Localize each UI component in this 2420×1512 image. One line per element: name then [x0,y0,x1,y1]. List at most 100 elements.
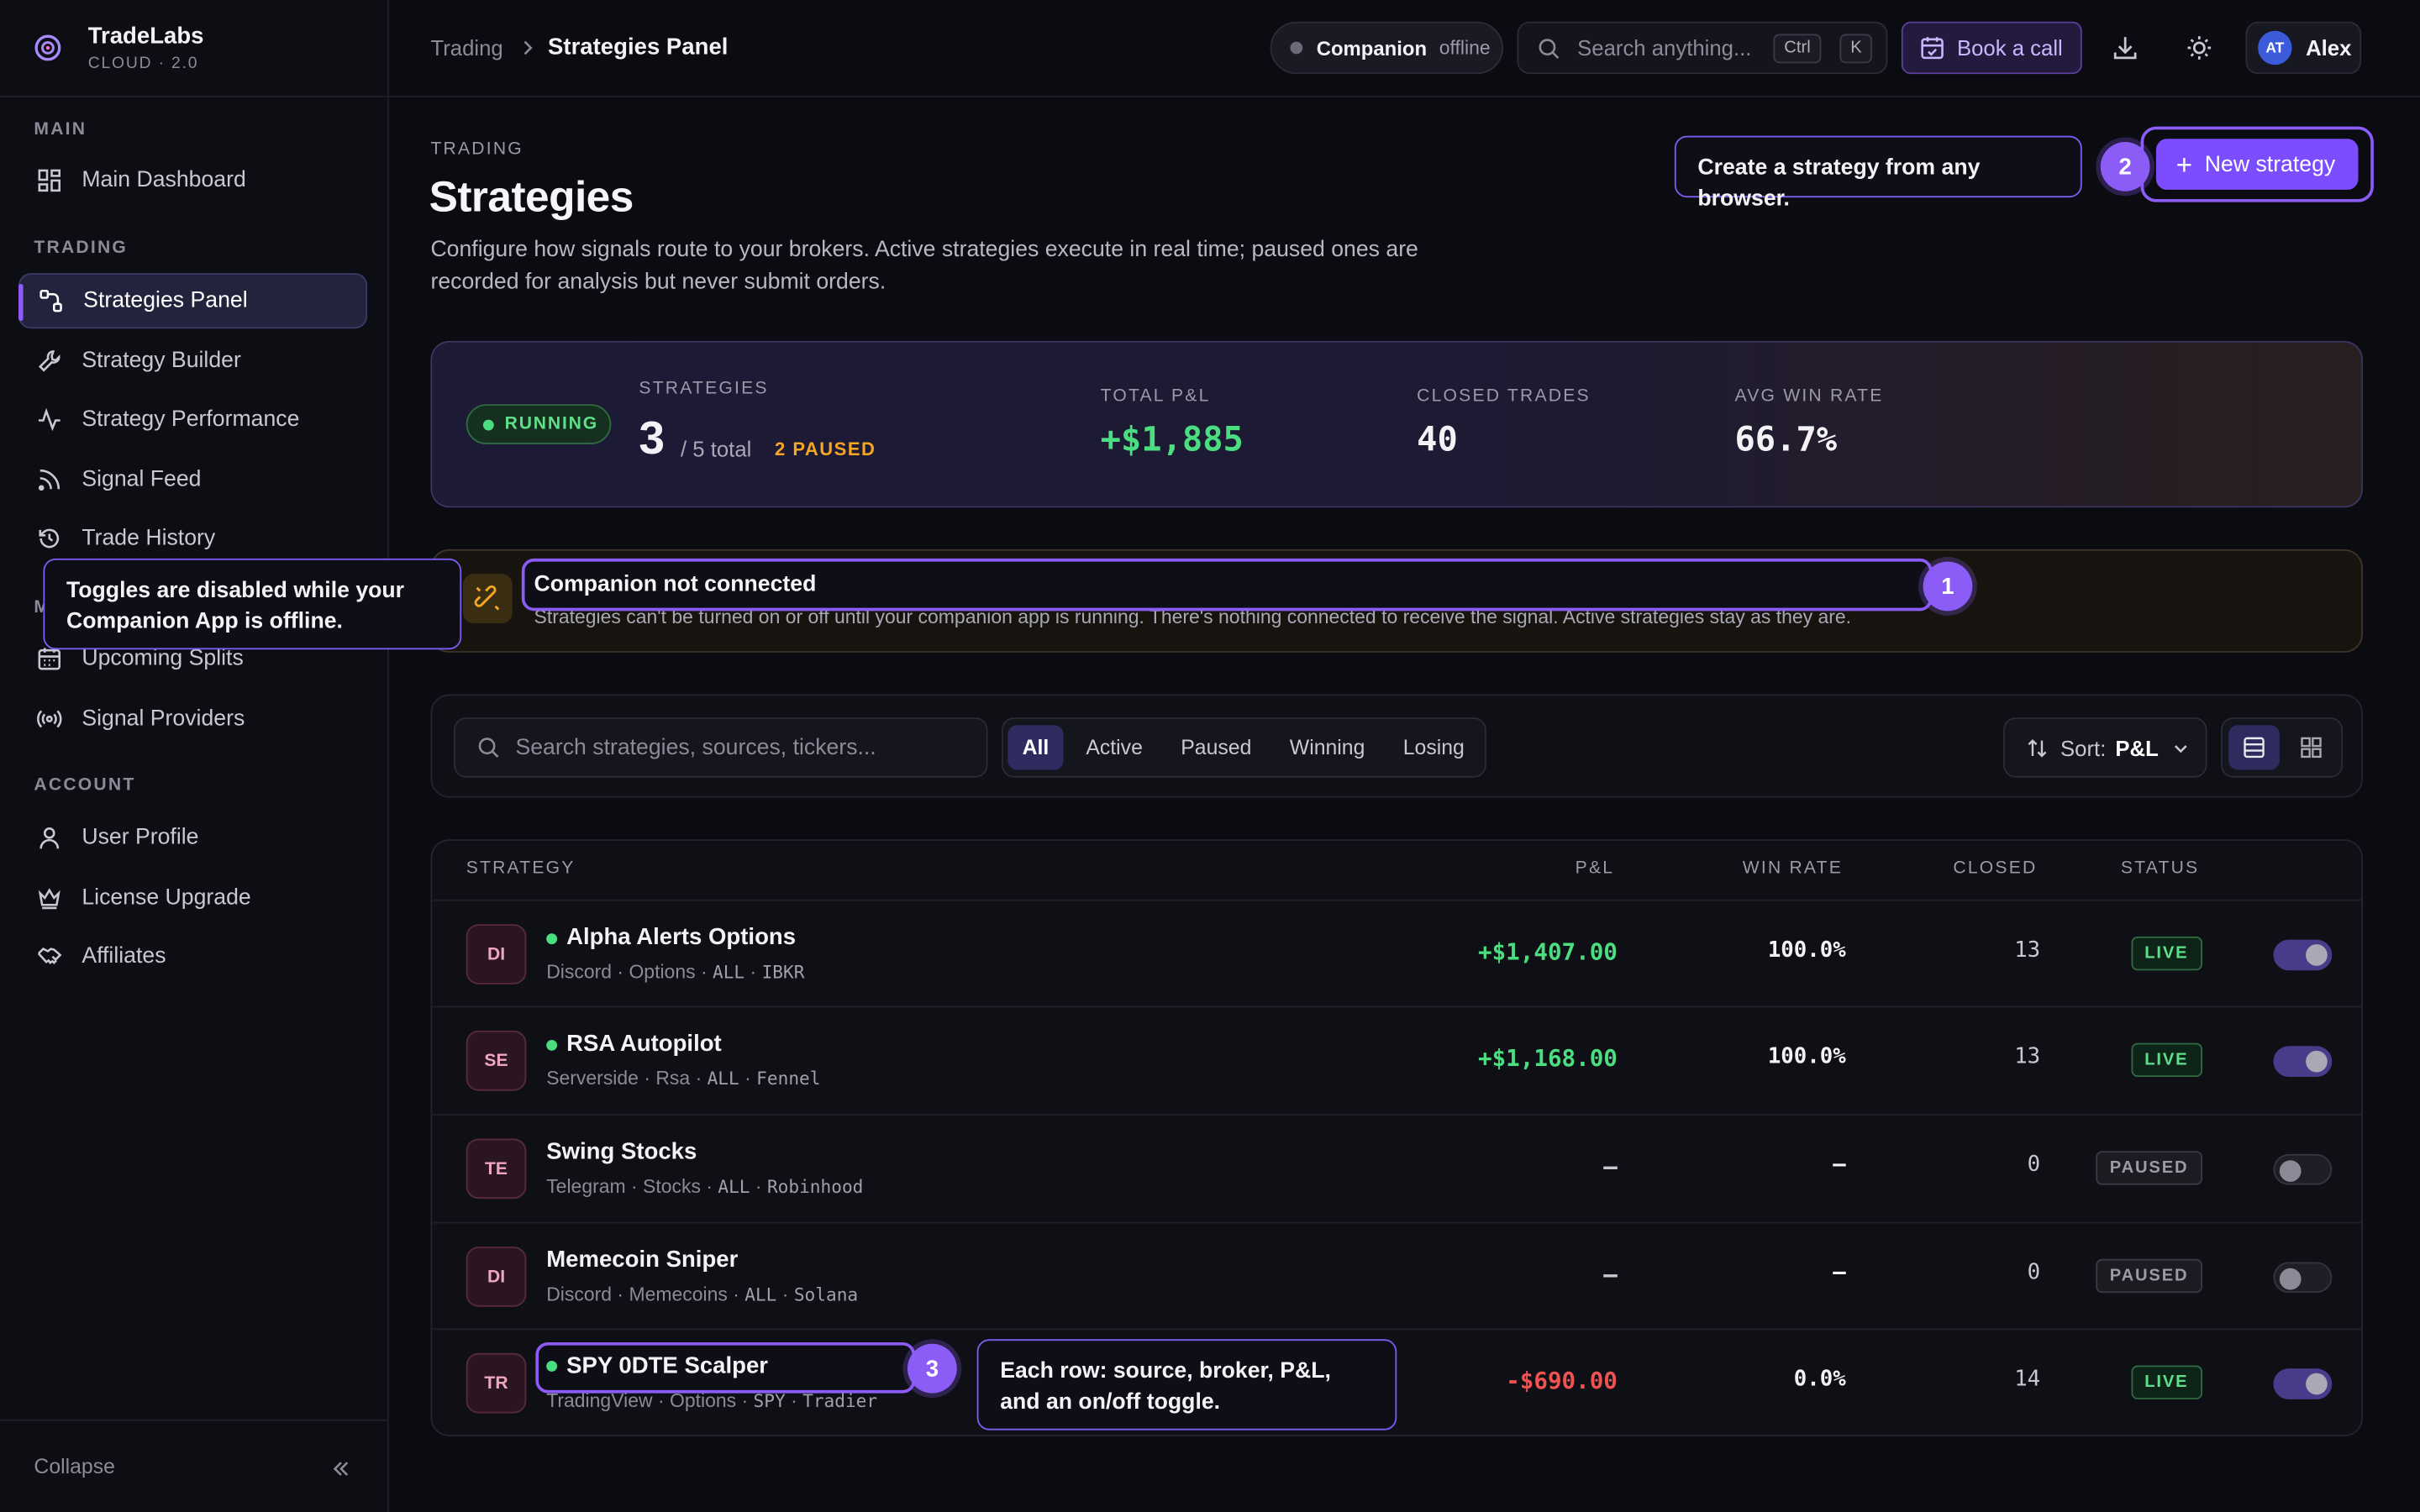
wrench-icon [38,350,60,372]
sidebar-item-affiliates[interactable]: Affiliates [18,929,367,984]
collapse-button[interactable]: Collapse [0,1419,389,1512]
meta-source: Serverside [546,1068,639,1089]
sidebar-item-strategy-builder[interactable]: Strategy Builder [18,333,367,389]
sidebar-item-label: Trade History [82,526,216,551]
row-pnl: +$1,168.00 [1478,1044,1618,1073]
grid-view-button[interactable] [2286,725,2337,769]
chip-active[interactable]: Active [1074,725,1155,769]
page-description: Configure how signals route to your brok… [430,237,1418,295]
row-win-rate: 100.0% [1767,937,1846,963]
active-dot [546,933,558,945]
companion-state: offline [1439,37,1491,59]
section-account: ACCOUNT [34,775,136,795]
strategy-name[interactable]: Swing Stocks [546,1139,697,1165]
status-dot [482,418,494,430]
strategy-name[interactable]: Memecoin Sniper [546,1247,738,1273]
sidebar-item-label: User Profile [82,825,199,851]
status-badge: LIVE [2130,936,2203,971]
chip-all[interactable]: All [1007,725,1064,770]
meta-broker: IBKR [761,961,805,983]
sidebar-item-strategies-panel[interactable]: Strategies Panel [18,273,368,329]
chip-paused[interactable]: Paused [1170,725,1262,769]
status-badge: LIVE [2130,1365,2203,1399]
book-call-label: Book a call [1956,35,2063,60]
sidebar-item-label: Strategy Performance [82,407,300,433]
new-strategy-button[interactable]: + New strategy [2155,139,2359,190]
table-row[interactable]: TE Swing Stocks Telegram · Stocks · ALL … [432,1114,2362,1221]
grid-view-icon [2301,737,2322,759]
header-win-rate[interactable]: WIN RATE [1743,859,1843,878]
logo-icon [34,34,61,61]
table-row[interactable]: TR TradingView · Options · SPY · Tradier… [432,1328,2362,1435]
global-search-input[interactable] [1577,35,1763,60]
chip-winning[interactable]: Winning [1278,725,1377,769]
strategy-name[interactable]: Alpha Alerts Options [566,924,796,950]
section-main: MAIN [34,120,87,139]
book-call-button[interactable]: Book a call [1901,21,2082,75]
alert-title-highlight: Companion not connected [521,558,1933,612]
strategy-meta: Telegram · Stocks · ALL · Robinhood [546,1175,864,1198]
sidebar-item-user-profile[interactable]: User Profile [18,810,367,865]
sidebar-item-label: Strategy Builder [82,349,241,374]
strategy-search-input[interactable] [515,735,979,760]
sun-icon[interactable] [2186,34,2213,61]
sidebar-item-signal-providers[interactable]: Signal Providers [18,691,367,747]
strategy-toggle[interactable] [2273,1368,2333,1399]
page-title: Strategies [429,172,634,221]
companion-label: Companion [1316,36,1428,60]
meta-type: Stocks [643,1175,701,1198]
strategy-toggle[interactable] [2273,1046,2333,1078]
toggle-knob [2279,1268,2302,1290]
strategy-name[interactable]: RSA Autopilot [566,1031,722,1057]
source-avatar: TR [466,1352,527,1414]
header-closed[interactable]: CLOSED [1953,859,2037,878]
sort-label: Sort: [2060,735,2107,760]
sort-dropdown[interactable]: Sort: P&L [2003,717,2207,778]
table-row[interactable]: SE RSA Autopilot Serverside · Rsa · ALL … [432,1005,2362,1113]
section-trading: TRADING [34,239,129,258]
user-name: Alex [2306,35,2352,60]
table-row[interactable]: DI Alpha Alerts Options Discord · Option… [432,899,2362,1006]
sidebar-item-label: Upcoming Splits [82,646,244,671]
header-pnl[interactable]: P&L [1576,859,1615,878]
sidebar-item-license-upgrade[interactable]: License Upgrade [18,870,367,926]
sidebar-item-signal-feed[interactable]: Signal Feed [18,452,367,507]
chevrons-left-icon [333,1462,349,1476]
user-menu[interactable]: AT Alex [2245,21,2362,75]
table-row[interactable]: DI Memecoin Sniper Discord · Memecoins ·… [432,1221,2362,1329]
breadcrumb-trading[interactable]: Trading [430,35,502,60]
meta-scope: ALL [712,961,745,983]
row-closed: 0 [2027,1260,2041,1285]
strategy-meta: Serverside · Rsa · ALL · Fennel [546,1068,821,1089]
strategy-toggle[interactable] [2273,1262,2333,1294]
companion-status[interactable]: Companion offline [1270,21,1503,75]
strategies-active: 3 [639,413,666,465]
download-icon[interactable] [2112,34,2139,61]
strategy-name[interactable]: SPY 0DTE Scalper [566,1353,768,1379]
list-view-button[interactable] [2228,725,2280,770]
strategy-meta: Discord · Memecoins · ALL · Solana [546,1284,859,1305]
strategies-label: STRATEGIES [639,379,769,398]
global-search[interactable]: Ctrl K [1517,21,1888,75]
active-dot [546,1360,558,1372]
avatar: AT [2258,30,2292,66]
win-rate-label: AVG WIN RATE [1734,387,1884,407]
row-highlight: SPY 0DTE Scalper [535,1341,916,1394]
toggle-knob [2306,1373,2328,1395]
brand[interactable]: TradeLabs CLOUD · 2.0 [0,0,389,97]
handshake-icon [37,948,62,964]
sidebar-item-strategy-performance[interactable]: Strategy Performance [18,392,367,448]
strategy-toggle[interactable] [2273,939,2333,971]
meta-source: TradingView [546,1389,653,1412]
status-dot [1290,41,1303,55]
source-avatar: DI [466,924,527,984]
filter-chips: All Active Paused Winning Losing [1002,717,1486,778]
active-dot [546,1039,558,1051]
user-icon [39,827,60,849]
chip-losing[interactable]: Losing [1389,725,1479,769]
sidebar-item-main-dashboard[interactable]: Main Dashboard [18,153,367,208]
tour-step-1-badge: 1 [1923,561,1973,612]
source-avatar: TE [466,1138,527,1200]
strategy-toggle[interactable] [2273,1153,2333,1185]
strategy-search[interactable] [453,717,988,778]
